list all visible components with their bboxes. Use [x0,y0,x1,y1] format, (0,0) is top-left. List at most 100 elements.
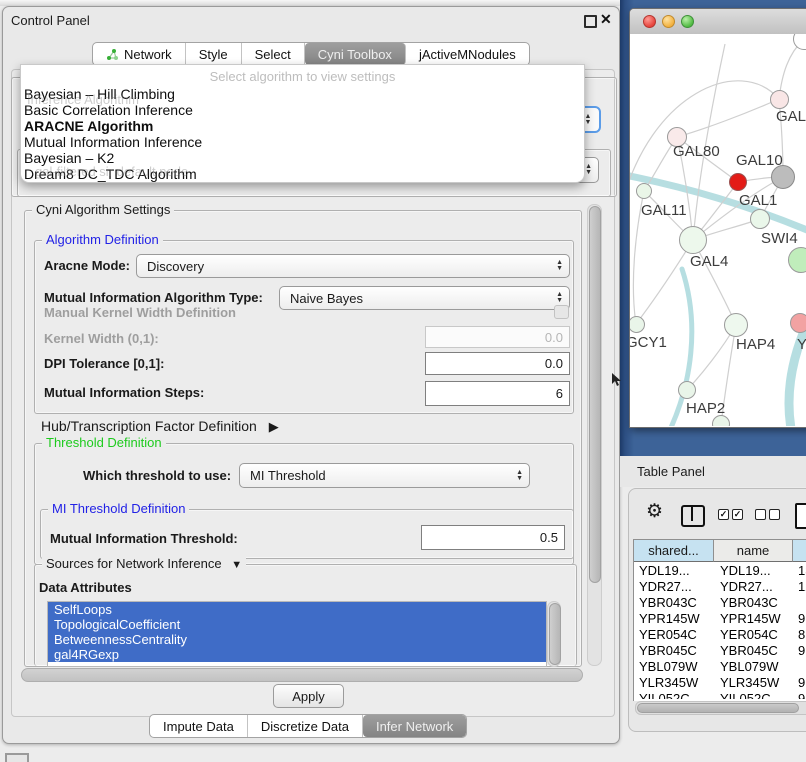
network-canvas[interactable]: GAL GAL80 GAL10 GAL11 GAL1 SWI4 GAL4 GCY… [630,34,806,426]
table-options-icon[interactable]: ⚙ [646,500,663,523]
cell: 12 [798,579,806,595]
table-row[interactable]: YBL079W YBL079W [634,659,806,675]
scrollbar-thumb[interactable] [549,603,561,665]
table-row[interactable]: YDR27... YDR27... 12 [634,579,806,595]
algorithm-option-dream8[interactable]: Dream8 DC_TDC Algorithm [24,166,197,182]
data-attributes-list[interactable]: SelfLoops TopologicalCoefficient Between… [47,601,547,667]
tab-infer-network[interactable]: Infer Network [363,715,466,737]
tab-select[interactable]: Select [242,43,305,65]
deselect-all-columns-icon[interactable] [755,509,780,520]
mi-threshold-field[interactable]: 0.5 [421,525,565,550]
tab-network[interactable]: Network [93,43,186,65]
float-window-icon[interactable] [584,15,597,28]
table-row[interactable]: YLR345W YLR345W 9. [634,675,806,691]
minimized-panel-icon[interactable] [5,753,29,762]
kernel-width-field[interactable]: 0.0 [425,326,570,348]
cell: YER054C [720,627,778,643]
table-row[interactable]: YBR043C YBR043C [634,595,806,611]
dpi-tolerance-field[interactable]: 0.0 [425,352,570,375]
sources-title-text: Sources for Network Inference [46,556,222,571]
apply-button-label: Apply [292,689,325,704]
cell: YBR045C [720,643,778,659]
tab-select-label: Select [255,47,291,62]
list-item[interactable]: BetweennessCentrality [48,632,546,647]
column-header[interactable]: name [714,539,793,562]
network-node[interactable] [678,381,696,399]
network-node[interactable] [790,313,806,333]
algorithm-option-mutual-information[interactable]: Mutual Information Inference [24,134,202,150]
control-panel-title: Control Panel [11,13,90,28]
mac-minimize-button[interactable] [662,15,675,28]
aracne-mode-value: Discovery [147,259,204,274]
cell: YDL19... [639,563,690,579]
mi-type-label: Mutual Information Algorithm Type: [44,290,263,305]
mi-steps-field[interactable]: 6 [425,381,570,406]
tab-impute-data[interactable]: Impute Data [150,715,248,737]
scrollbar-thumb[interactable] [637,703,799,713]
network-node[interactable] [636,183,652,199]
network-view-window[interactable]: GAL GAL80 GAL10 GAL11 GAL1 SWI4 GAL4 GCY… [629,8,806,428]
node-label: SWI4 [761,230,798,247]
column-header[interactable] [793,539,806,562]
which-threshold-combo[interactable]: MI Threshold ▲▼ [239,463,530,488]
manual-kernel-checkbox[interactable] [554,305,569,319]
spinner-icon: ▲▼ [556,260,565,272]
hub-definition-toggle[interactable]: Hub/Transcription Factor Definition ▶ [41,418,279,435]
cell: YPR145W [639,611,700,627]
table-row[interactable]: YDL19... YDL19... 13 [634,563,806,579]
mi-threshold-group-title: MI Threshold Definition [48,501,189,516]
threshold-definition-title: Threshold Definition [42,435,166,450]
cell: 9. [798,675,806,691]
list-item[interactable]: gal4RGexp [48,647,546,662]
cell: YDR27... [720,579,773,595]
network-window-titlebar[interactable] [630,9,806,35]
network-node[interactable] [750,209,770,229]
expand-right-icon: ▶ [269,419,279,434]
page-icon[interactable] [795,503,806,529]
scrollbar-thumb[interactable] [589,206,601,583]
table-horizontal-scrollbar[interactable] [635,701,806,715]
close-icon[interactable]: ✕ [600,11,612,28]
mac-zoom-button[interactable] [681,15,694,28]
list-item[interactable]: TopologicalCoefficient [48,617,546,632]
aracne-mode-combo[interactable]: Discovery ▲▼ [136,254,570,278]
node-label: GAL1 [739,192,777,209]
algorithm-option-bayesian-hill[interactable]: Bayesian – Hill Climbing [24,86,175,102]
control-panel-titlebar[interactable]: Control Panel ✕ [3,7,619,33]
table-row[interactable]: YBR045C YBR045C 9. [634,643,806,659]
network-node-selected[interactable] [729,173,747,191]
select-all-columns-icon[interactable]: ✓ ✓ [718,509,743,520]
mac-close-button[interactable] [643,15,656,28]
tab-discretize-data[interactable]: Discretize Data [248,715,363,737]
apply-button[interactable]: Apply [273,684,344,708]
mi-type-combo[interactable]: Naive Bayes ▲▼ [279,286,570,310]
network-node[interactable] [724,313,748,337]
collapse-down-icon[interactable]: ▼ [231,559,242,571]
algorithm-option-aracne[interactable]: ARACNE Algorithm [24,118,153,134]
attribute-list-scrollbar[interactable] [547,601,561,667]
data-attributes-label: Data Attributes [39,580,132,595]
algorithm-option-bayesian-k2[interactable]: Bayesian – K2 [24,150,114,166]
network-node[interactable] [770,90,789,109]
column-header[interactable]: shared... [634,539,714,562]
cell: YIL052C [720,691,771,699]
algorithm-option-basic-correlation[interactable]: Basic Correlation Inference [24,102,193,118]
table-row[interactable]: YPR145W YPR145W 9. [634,611,806,627]
settings-vertical-scrollbar[interactable] [587,204,602,666]
kernel-width-value: 0.0 [545,330,563,345]
cell: YBL079W [720,659,779,675]
tab-cyni-toolbox[interactable]: Cyni Toolbox [305,43,406,65]
column-chooser-icon[interactable] [681,505,705,527]
network-node[interactable] [679,226,707,254]
list-item[interactable]: SelfLoops [48,602,546,617]
tab-jactivemnodules[interactable]: jActiveMNodules [406,43,529,65]
node-label: HAP4 [736,336,775,353]
settings-horizontal-scrollbar[interactable] [21,668,583,682]
cell: 13 [798,563,806,579]
node-label: GAL80 [673,143,720,160]
table-row[interactable]: YIL052C YIL052C 9. [634,691,806,699]
tab-style[interactable]: Style [186,43,242,65]
table-row[interactable]: YER054C YER054C 8. [634,627,806,643]
algorithm-dropdown-popup: Select algorithm to view settings Bayesi… [20,64,585,183]
cell: YLR345W [720,675,779,691]
